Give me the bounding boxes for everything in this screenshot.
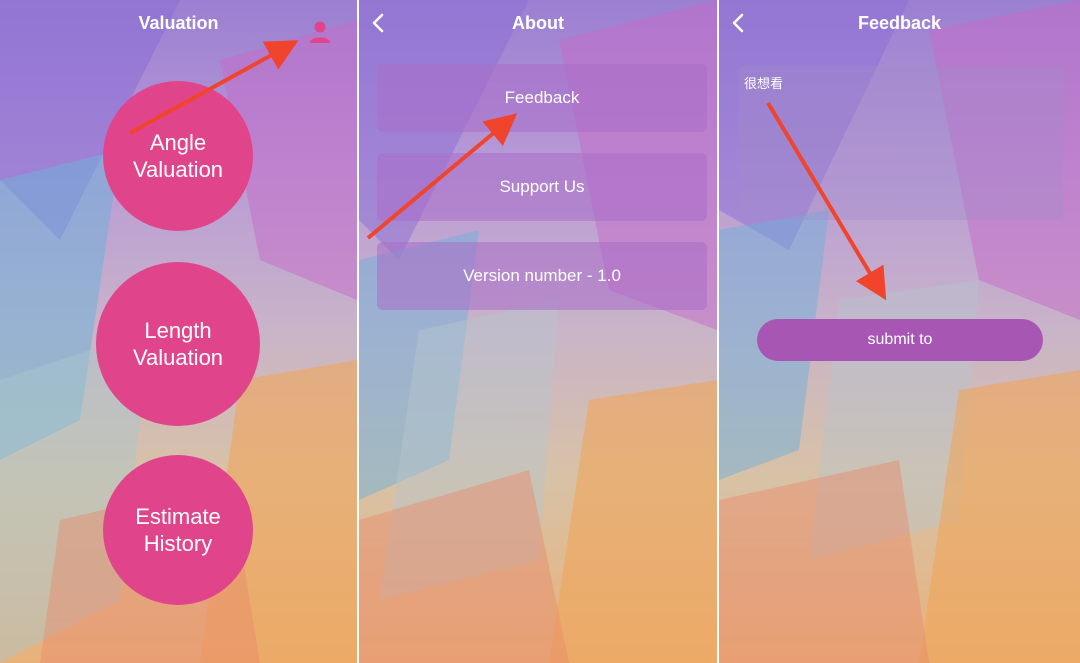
feedback-textarea[interactable]: 很想看 [739,66,1063,220]
feedback-item[interactable]: Feedback [377,64,707,132]
angle-valuation-button[interactable]: Angle Valuation [103,81,253,231]
version-number-item: Version number - 1.0 [377,242,707,310]
support-us-item[interactable]: Support Us [377,153,707,221]
feedback-screen: Feedback 很想看 submit to [719,0,1080,663]
estimate-history-line1: Estimate [135,504,221,529]
submit-button[interactable]: submit to [757,319,1043,361]
page-title: About [512,13,564,33]
length-valuation-line1: Length [144,318,212,343]
angle-valuation-line2: Valuation [132,157,224,182]
estimate-history-line2: History [143,531,213,556]
page-title: Valuation [138,13,219,33]
length-valuation-line2: Valuation [132,345,224,370]
user-icon[interactable] [306,18,334,46]
estimate-history-button[interactable]: Estimate History [103,455,253,605]
angle-valuation-line1: Angle [149,130,207,155]
page-title: Feedback [857,13,942,33]
about-screen: About Feedback Support Us Version number… [359,0,717,663]
valuation-screen: Valuation Angle Valuation Length Valuati… [0,0,357,663]
length-valuation-button[interactable]: Length Valuation [96,262,260,426]
